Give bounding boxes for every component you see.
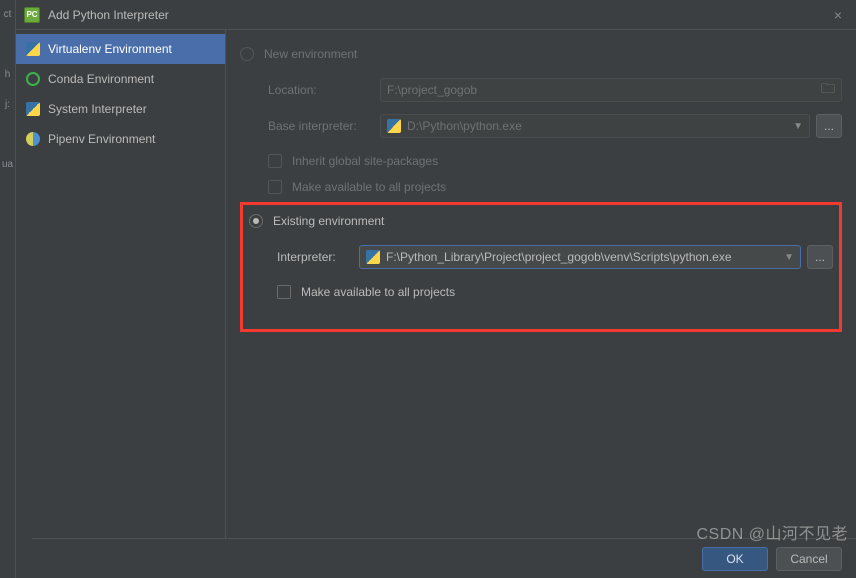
- cancel-button[interactable]: Cancel: [776, 547, 842, 571]
- checkbox-label: Inherit global site-packages: [292, 154, 438, 168]
- sidebar-item-conda[interactable]: Conda Environment: [16, 64, 225, 94]
- sidebar-item-label: System Interpreter: [48, 102, 147, 116]
- sidebar-item-label: Pipenv Environment: [48, 132, 155, 146]
- radio-existing-env[interactable]: Existing environment: [249, 211, 833, 231]
- window-title: Add Python Interpreter: [48, 8, 828, 22]
- browse-button[interactable]: ...: [807, 245, 833, 269]
- chevron-down-icon: ▼: [784, 252, 794, 263]
- new-env-section: New environment Location: F:\project_gog…: [240, 44, 842, 200]
- dialog-footer: OK Cancel: [32, 538, 856, 578]
- checkbox-label: Make available to all projects: [292, 180, 446, 194]
- titlebar: PC Add Python Interpreter ×: [16, 0, 856, 30]
- interpreter-field-label: Interpreter:: [277, 250, 359, 264]
- pycharm-icon: PC: [24, 7, 40, 23]
- location-field: F:\project_gogob 🗀: [380, 78, 842, 102]
- python-icon: [387, 119, 401, 133]
- python-icon: [366, 250, 380, 264]
- browse-button: ...: [816, 114, 842, 138]
- sidebar-item-virtualenv[interactable]: Virtualenv Environment: [16, 34, 225, 64]
- radio-new-env[interactable]: New environment: [240, 44, 842, 64]
- interpreter-value: F:\Python_Library\Project\project_gogob\…: [386, 250, 732, 264]
- sidebar-item-system[interactable]: System Interpreter: [16, 94, 225, 124]
- checkbox-icon: [277, 285, 291, 299]
- available-all-checkbox-existing[interactable]: Make available to all projects: [249, 279, 833, 305]
- python-icon: [26, 42, 40, 56]
- inherit-checkbox: Inherit global site-packages: [240, 148, 842, 174]
- available-all-checkbox-new: Make available to all projects: [240, 174, 842, 200]
- existing-env-highlight: Existing environment Interpreter: F:\Pyt…: [240, 202, 842, 332]
- base-interpreter-value: D:\Python\python.exe: [407, 119, 522, 133]
- radio-label: New environment: [264, 47, 357, 61]
- base-interpreter-dropdown: D:\Python\python.exe ▼: [380, 114, 810, 138]
- radio-label: Existing environment: [273, 214, 384, 228]
- location-value: F:\project_gogob: [387, 83, 477, 97]
- chevron-down-icon: ▼: [793, 121, 803, 132]
- conda-icon: [26, 72, 40, 86]
- folder-icon: 🗀: [821, 78, 835, 102]
- radio-icon: [240, 47, 254, 61]
- ok-button[interactable]: OK: [702, 547, 768, 571]
- env-type-sidebar: Virtualenv Environment Conda Environment…: [16, 30, 226, 538]
- watermark: CSDN @山河不见老: [696, 520, 848, 544]
- checkbox-icon: [268, 180, 282, 194]
- pipenv-icon: [26, 132, 40, 146]
- close-icon[interactable]: ×: [828, 7, 848, 23]
- interpreter-dropdown[interactable]: F:\Python_Library\Project\project_gogob\…: [359, 245, 801, 269]
- location-field-label: Location:: [268, 83, 380, 97]
- sidebar-item-label: Conda Environment: [48, 72, 154, 86]
- base-interpreter-label: Base interpreter:: [268, 119, 380, 133]
- sidebar-item-label: Virtualenv Environment: [48, 42, 172, 56]
- main-panel: New environment Location: F:\project_gog…: [226, 30, 856, 538]
- checkbox-label: Make available to all projects: [301, 285, 455, 299]
- add-interpreter-dialog: PC Add Python Interpreter × Virtualenv E…: [16, 0, 856, 578]
- ide-tool-strip: cthj:ua: [0, 0, 16, 578]
- checkbox-icon: [268, 154, 282, 168]
- radio-icon: [249, 214, 263, 228]
- python-icon: [26, 102, 40, 116]
- sidebar-item-pipenv[interactable]: Pipenv Environment: [16, 124, 225, 154]
